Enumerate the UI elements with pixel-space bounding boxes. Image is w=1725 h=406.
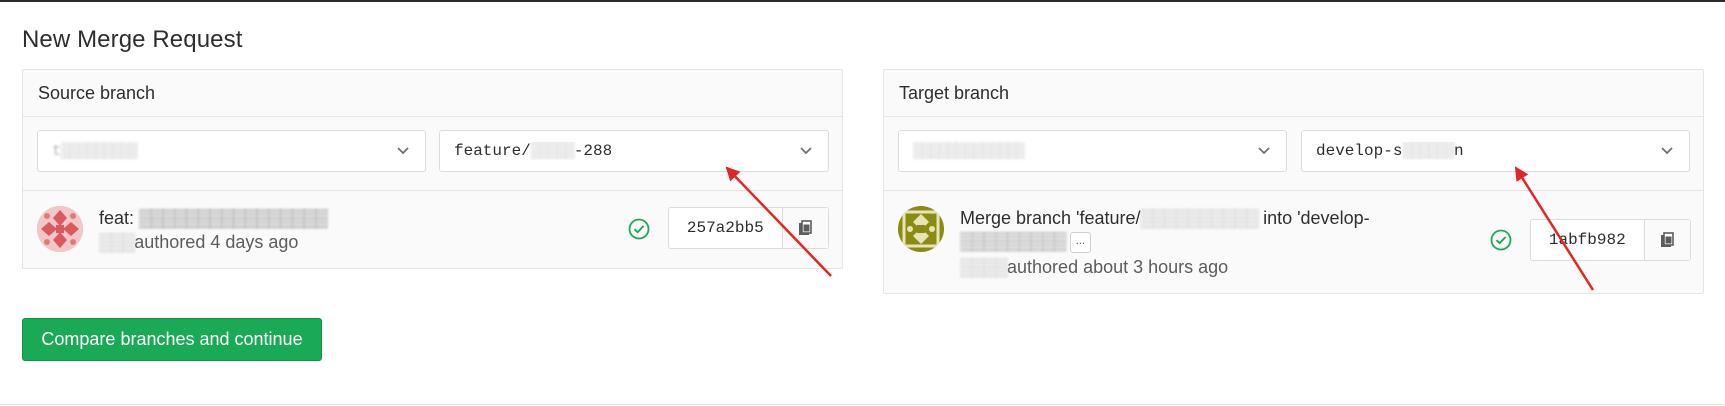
source-commit-author: ▒▒▒ xyxy=(99,232,135,252)
clipboard-icon xyxy=(799,220,813,235)
source-commit-meta: ▒▒▒authored 4 days ago xyxy=(99,232,298,253)
source-copy-sha-button[interactable] xyxy=(782,208,828,248)
check-circle-icon[interactable] xyxy=(1490,229,1512,251)
source-commit-time: authored 4 days ago xyxy=(134,232,299,252)
page-title: New Merge Request xyxy=(22,26,243,53)
target-commit-title-mid: into 'develop- xyxy=(1258,208,1370,228)
target-branch-value: develop-s▒▒▒▒▒▒n xyxy=(1316,142,1464,160)
target-branch-prefix: develop-s xyxy=(1316,142,1403,160)
target-commit-time: authored about 3 hours ago xyxy=(1007,257,1229,277)
check-circle-icon[interactable] xyxy=(628,218,650,240)
avatar xyxy=(898,206,944,252)
source-branch-prefix: feature/ xyxy=(454,142,531,160)
source-commit-title: feat: ▒▒▒▒▒▒▒▒▒▒▒▒▒▒▒▒ xyxy=(99,208,328,229)
bottom-divider xyxy=(0,404,1725,405)
target-branch-suffix: n xyxy=(1454,142,1464,160)
source-branch-suffix: -288 xyxy=(573,142,613,160)
expand-commit-message-button[interactable]: ... xyxy=(1069,231,1091,253)
target-project-value: ▒▒▒▒▒▒▒▒▒▒▒▒▒ xyxy=(913,142,1025,160)
target-branch-panel: Target branch ▒▒▒▒▒▒▒▒▒▒▒▒▒ develop-s▒▒▒… xyxy=(883,69,1704,294)
source-project-dropdown[interactable]: t▒▒▒▒▒▒▒▒▒ xyxy=(37,130,426,172)
target-branch-header: Target branch xyxy=(884,70,1703,117)
target-commit-title-line2: ▒▒▒▒▒▒▒▒▒... xyxy=(960,231,1091,253)
target-commit-meta: ▒▒▒▒authored about 3 hours ago xyxy=(960,257,1228,278)
target-commit-sha[interactable]: 1abfb982 xyxy=(1531,220,1645,260)
source-branch-value: feature/▒▒▒▒▒-288 xyxy=(454,142,612,160)
source-project-value: t▒▒▒▒▒▒▒▒▒ xyxy=(52,142,139,160)
top-border xyxy=(0,0,1725,2)
target-commit-title-masked: ▒▒▒▒▒▒▒▒▒▒ xyxy=(1140,208,1260,228)
source-commit-sha[interactable]: 257a2bb5 xyxy=(669,208,783,248)
target-project-dropdown[interactable]: ▒▒▒▒▒▒▒▒▒▒▒▒▒ xyxy=(898,130,1287,172)
chevron-down-icon xyxy=(397,147,409,155)
chevron-down-icon xyxy=(800,147,812,155)
source-commit-title-masked: ▒▒▒▒▒▒▒▒▒▒▒▒▒▒▒▒ xyxy=(139,208,328,228)
target-commit-title-line2-masked: ▒▒▒▒▒▒▒▒▒ xyxy=(960,231,1067,251)
avatar xyxy=(37,206,83,252)
target-copy-sha-button[interactable] xyxy=(1644,220,1690,260)
source-sha-group: 257a2bb5 xyxy=(668,207,829,249)
avatar-identicon xyxy=(898,206,944,252)
avatar-identicon xyxy=(37,206,83,252)
chevron-down-icon xyxy=(1258,147,1270,155)
target-branch-masked: ▒▒▒▒▒▒ xyxy=(1402,142,1455,160)
source-branch-header: Source branch xyxy=(23,70,842,117)
clipboard-icon xyxy=(1661,232,1675,247)
source-branch-dropdown[interactable]: feature/▒▒▒▒▒-288 xyxy=(439,130,829,172)
target-commit-author: ▒▒▒▒ xyxy=(960,257,1008,277)
compare-branches-button[interactable]: Compare branches and continue xyxy=(22,318,322,361)
target-sha-group: 1abfb982 xyxy=(1530,219,1691,261)
target-selects: ▒▒▒▒▒▒▒▒▒▒▒▒▒ develop-s▒▒▒▒▒▒n xyxy=(884,117,1703,191)
target-commit-title-prefix: Merge branch 'feature/ xyxy=(960,208,1141,228)
chevron-down-icon xyxy=(1661,147,1673,155)
source-commit-title-prefix: feat: xyxy=(99,208,140,228)
source-selects: t▒▒▒▒▒▒▒▒▒ feature/▒▒▒▒▒-288 xyxy=(23,117,842,191)
source-branch-panel: Source branch t▒▒▒▒▒▒▒▒▒ feature/▒▒▒▒▒-2… xyxy=(22,69,843,269)
source-branch-masked: ▒▒▒▒▒ xyxy=(530,142,575,160)
target-branch-dropdown[interactable]: develop-s▒▒▒▒▒▒n xyxy=(1301,130,1690,172)
target-commit-title: Merge branch 'feature/▒▒▒▒▒▒▒▒▒▒ into 'd… xyxy=(960,208,1370,229)
